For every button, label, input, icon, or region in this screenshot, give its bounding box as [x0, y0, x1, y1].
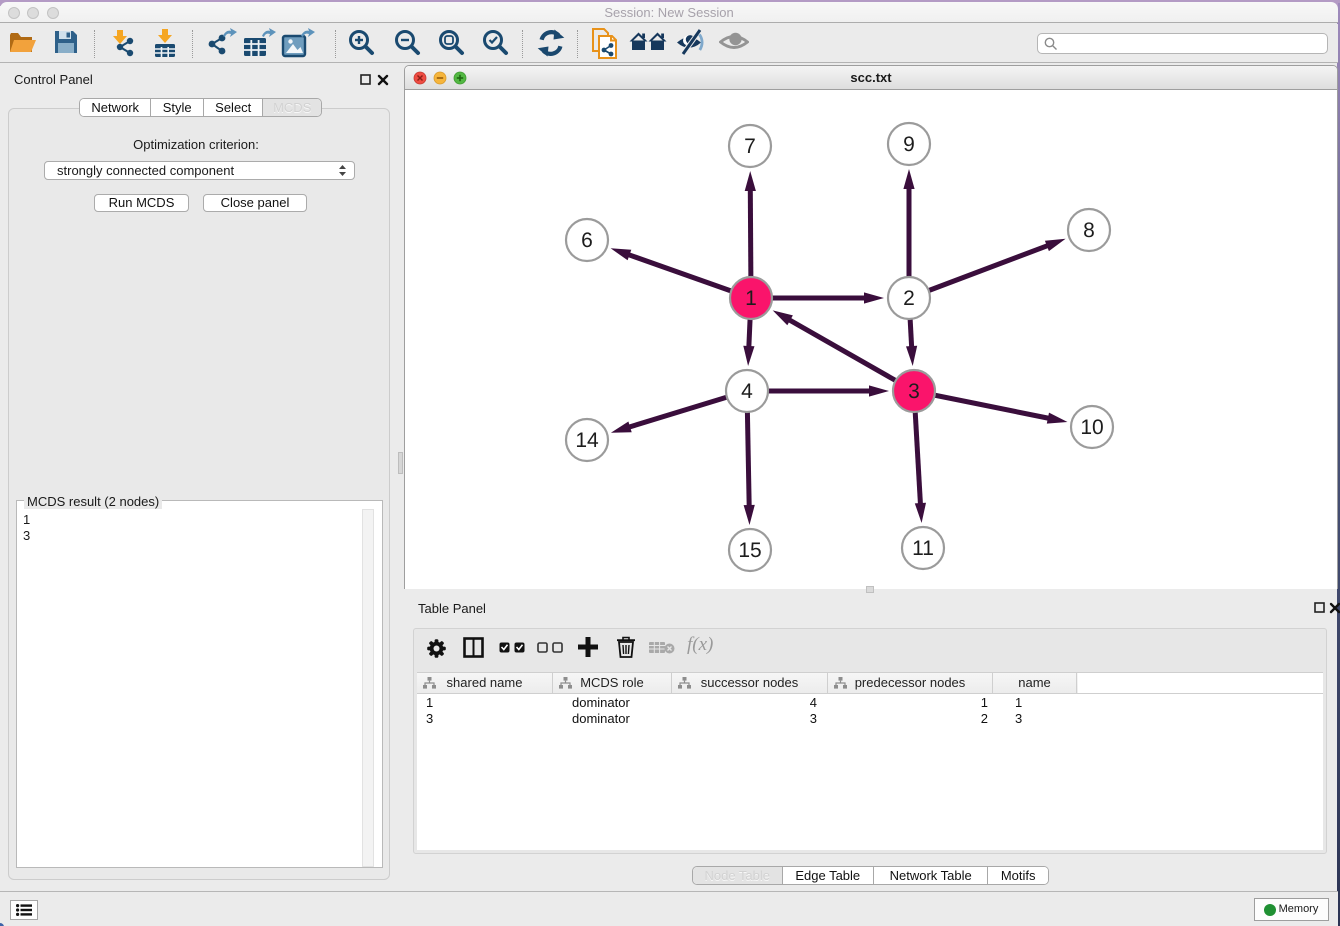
svg-text:9: 9 [903, 133, 915, 156]
svg-text:6: 6 [581, 229, 593, 252]
svg-text:14: 14 [575, 429, 599, 452]
svg-text:15: 15 [738, 539, 761, 562]
svg-text:2: 2 [903, 287, 915, 310]
svg-text:8: 8 [1083, 219, 1095, 242]
svg-text:3: 3 [908, 380, 920, 403]
svg-text:4: 4 [741, 380, 753, 403]
svg-text:1: 1 [745, 287, 757, 310]
svg-text:10: 10 [1080, 416, 1103, 439]
svg-text:7: 7 [744, 135, 756, 158]
svg-text:11: 11 [912, 537, 934, 560]
